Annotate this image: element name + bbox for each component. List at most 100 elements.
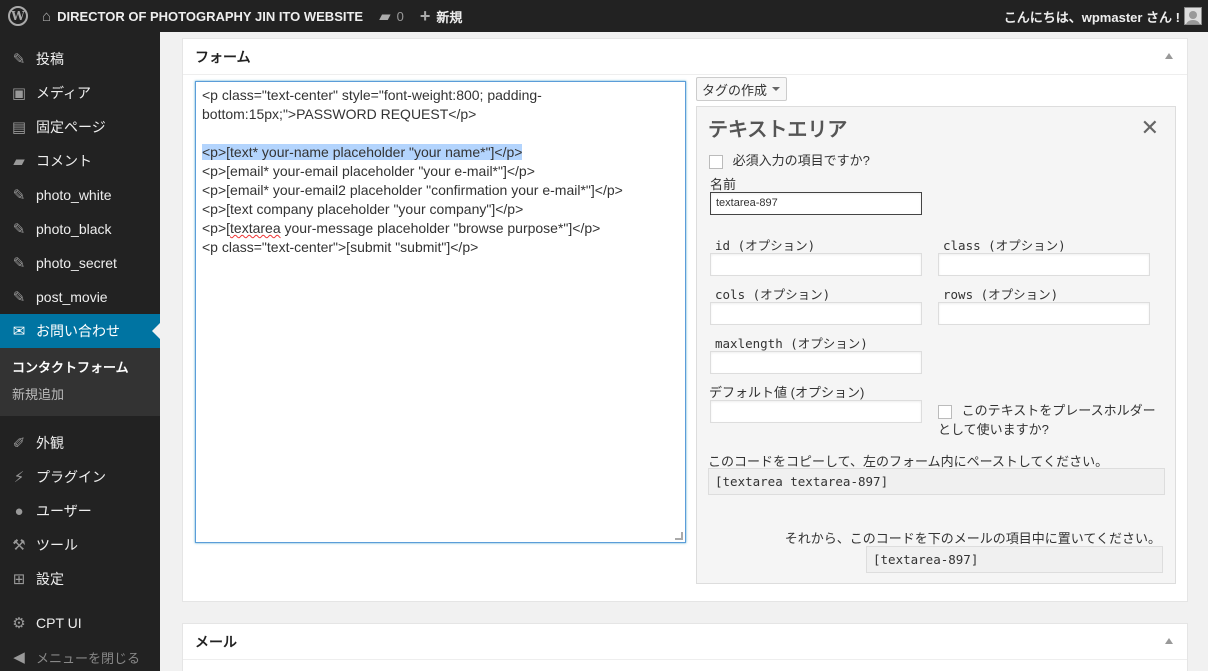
- sidebar-item-users[interactable]: ● ユーザー: [0, 494, 160, 528]
- resize-grip-icon[interactable]: [675, 532, 683, 540]
- sidebar-item-pages[interactable]: ▤ 固定ページ: [0, 110, 160, 144]
- required-checkbox[interactable]: [709, 154, 723, 169]
- form-box-title: フォーム: [195, 48, 251, 65]
- code-line-selected: <p>[text* your-name placeholder "your na…: [202, 144, 523, 160]
- cols-input[interactable]: [710, 302, 922, 325]
- name-input[interactable]: textarea-897: [710, 192, 922, 215]
- form-box-header[interactable]: フォーム: [183, 39, 1187, 75]
- sidebar-item-comments[interactable]: ▰ コメント: [0, 144, 160, 178]
- sidebar-item-photo-white[interactable]: ✎ photo_white: [0, 178, 160, 212]
- class-label: class (オプション): [943, 238, 1066, 253]
- new-label: 新規: [436, 9, 463, 25]
- sidebar-item-label: 設定: [36, 571, 64, 587]
- pin-icon: ✎: [12, 221, 26, 238]
- default-value-label: デフォルト値 (オプション): [709, 385, 865, 400]
- code-line: <p>[email* your-email2 placeholder "conf…: [202, 182, 623, 198]
- sidebar-item-contact[interactable]: ✉ お問い合わせ: [0, 314, 160, 348]
- sidebar-item-label: photo_white: [36, 187, 112, 203]
- sidebar-item-label: post_movie: [36, 289, 108, 305]
- sidebar-item-label: コメント: [36, 153, 92, 169]
- sidebar-item-settings[interactable]: ⊞ 設定: [0, 562, 160, 596]
- maxlength-label: maxlength (オプション): [715, 336, 868, 351]
- placeholder-option: このテキストをプレースホルダー として使いますか?: [938, 401, 1156, 439]
- mail-box-header[interactable]: メール: [183, 624, 1187, 660]
- plugin-icon: ⚡: [13, 469, 25, 486]
- code-line: bottom:15px;">PASSWORD REQUEST</p>: [202, 106, 477, 122]
- collapse-arrow-icon[interactable]: [1165, 638, 1173, 644]
- wrench-icon: ⚒: [12, 537, 26, 554]
- tag-generator-label: タグの作成: [702, 82, 768, 98]
- code-line: <p>[text company placeholder "your compa…: [202, 201, 524, 217]
- sidebar-item-label: ユーザー: [36, 503, 92, 519]
- sidebar-item-media[interactable]: ▣ メディア: [0, 76, 160, 110]
- avatar: [1184, 7, 1202, 25]
- collapse-menu-button[interactable]: ◀ メニューを閉じる: [0, 640, 160, 671]
- page-icon: ▤: [11, 119, 27, 136]
- id-input[interactable]: [710, 253, 922, 276]
- sidebar-item-appearance[interactable]: ✐ 外観: [0, 426, 160, 460]
- comments-count: 0: [396, 8, 404, 24]
- comment-icon: ▰: [13, 153, 25, 170]
- cols-label: cols (オプション): [715, 287, 831, 302]
- tag-code-field[interactable]: [textarea textarea-897]: [708, 468, 1165, 495]
- sidebar-item-label: メディア: [36, 85, 92, 101]
- contact-submenu: コンタクトフォーム 新規追加: [0, 348, 160, 416]
- submenu-contact-forms[interactable]: コンタクトフォーム: [0, 354, 160, 381]
- code-line: <p>[email* your-email placeholder "your …: [202, 163, 535, 179]
- sidebar-item-label: 固定ページ: [36, 119, 106, 135]
- tag-generator-panel: テキストエリア ✕ 必須入力の項目ですか? 名前 textarea-897 id…: [696, 106, 1176, 584]
- settings-icon: ⊞: [12, 571, 26, 588]
- chevron-down-icon: [772, 87, 781, 91]
- site-name-link[interactable]: ⌂ DIRECTOR OF PHOTOGRAPHY JIN ITO WEBSIT…: [36, 0, 371, 32]
- tag-generator-dropdown[interactable]: タグの作成: [696, 77, 787, 101]
- sidebar-item-photo-black[interactable]: ✎ photo_black: [0, 212, 160, 246]
- gear-icon: ⚙: [12, 615, 26, 632]
- default-value-input[interactable]: [710, 400, 922, 423]
- panel-title: テキストエリア: [708, 119, 848, 141]
- sidebar-item-cpt-ui[interactable]: ⚙ CPT UI: [0, 606, 160, 640]
- code-line: <p class="text-center">[submit "submit"]…: [202, 239, 479, 255]
- new-content-link[interactable]: + 新規: [412, 0, 471, 32]
- my-account[interactable]: こんにちは、wpmaster さん !: [1004, 0, 1208, 32]
- placeholder-checkbox[interactable]: [938, 404, 952, 419]
- class-input[interactable]: [938, 253, 1150, 276]
- media-icon: ▣: [11, 85, 27, 102]
- collapse-arrow-icon[interactable]: [1165, 53, 1173, 59]
- pin-icon: ✎: [12, 255, 26, 272]
- required-label: 必須入力の項目ですか?: [732, 153, 870, 168]
- sidebar-item-plugins[interactable]: ⚡ プラグイン: [0, 460, 160, 494]
- plus-icon: +: [419, 5, 431, 26]
- mail-postbox: メール: [182, 623, 1188, 671]
- code-line: <p>[: [202, 220, 231, 236]
- wp-logo-button[interactable]: W: [0, 0, 36, 32]
- mail-icon: ✉: [12, 323, 26, 340]
- comment-icon: ▰: [379, 8, 391, 25]
- sidebar-item-photo-secret[interactable]: ✎ photo_secret: [0, 246, 160, 280]
- rows-input[interactable]: [938, 302, 1150, 325]
- sidebar-item-posts[interactable]: ✎ 投稿: [0, 42, 160, 76]
- wordpress-icon: W: [8, 6, 28, 26]
- sidebar-item-post-movie[interactable]: ✎ post_movie: [0, 280, 160, 314]
- sidebar-item-label: ツール: [36, 537, 78, 553]
- placeholder-label-line2: として使いますか?: [938, 422, 1049, 437]
- pin-icon: ✎: [12, 51, 26, 68]
- sidebar-item-label: プラグイン: [36, 469, 106, 485]
- sidebar-item-tools[interactable]: ⚒ ツール: [0, 528, 160, 562]
- id-label: id (オプション): [715, 238, 816, 253]
- brush-icon: ✐: [12, 435, 26, 452]
- submenu-add-new[interactable]: 新規追加: [0, 381, 160, 408]
- sidebar-item-label: お問い合わせ: [36, 323, 120, 339]
- home-icon: ⌂: [42, 7, 52, 25]
- user-icon: ●: [14, 502, 24, 520]
- maxlength-input[interactable]: [710, 351, 922, 374]
- form-postbox: フォーム <p class="text-center" style="font-…: [182, 38, 1188, 602]
- admin-bar: W ⌂ DIRECTOR OF PHOTOGRAPHY JIN ITO WEBS…: [0, 0, 1208, 32]
- code-line: your-message placeholder "browse purpose…: [280, 220, 601, 236]
- comments-link[interactable]: ▰ 0: [371, 0, 412, 32]
- close-icon[interactable]: ✕: [1141, 117, 1159, 139]
- mail-instruction: それから、このコードを下のメールの項目中に置いてください。: [784, 531, 1161, 546]
- site-name: DIRECTOR OF PHOTOGRAPHY JIN ITO WEBSITE: [57, 8, 364, 24]
- form-code-textarea[interactable]: <p class="text-center" style="font-weigh…: [195, 81, 686, 543]
- pin-icon: ✎: [12, 187, 26, 204]
- mail-code-field[interactable]: [textarea-897]: [866, 546, 1163, 573]
